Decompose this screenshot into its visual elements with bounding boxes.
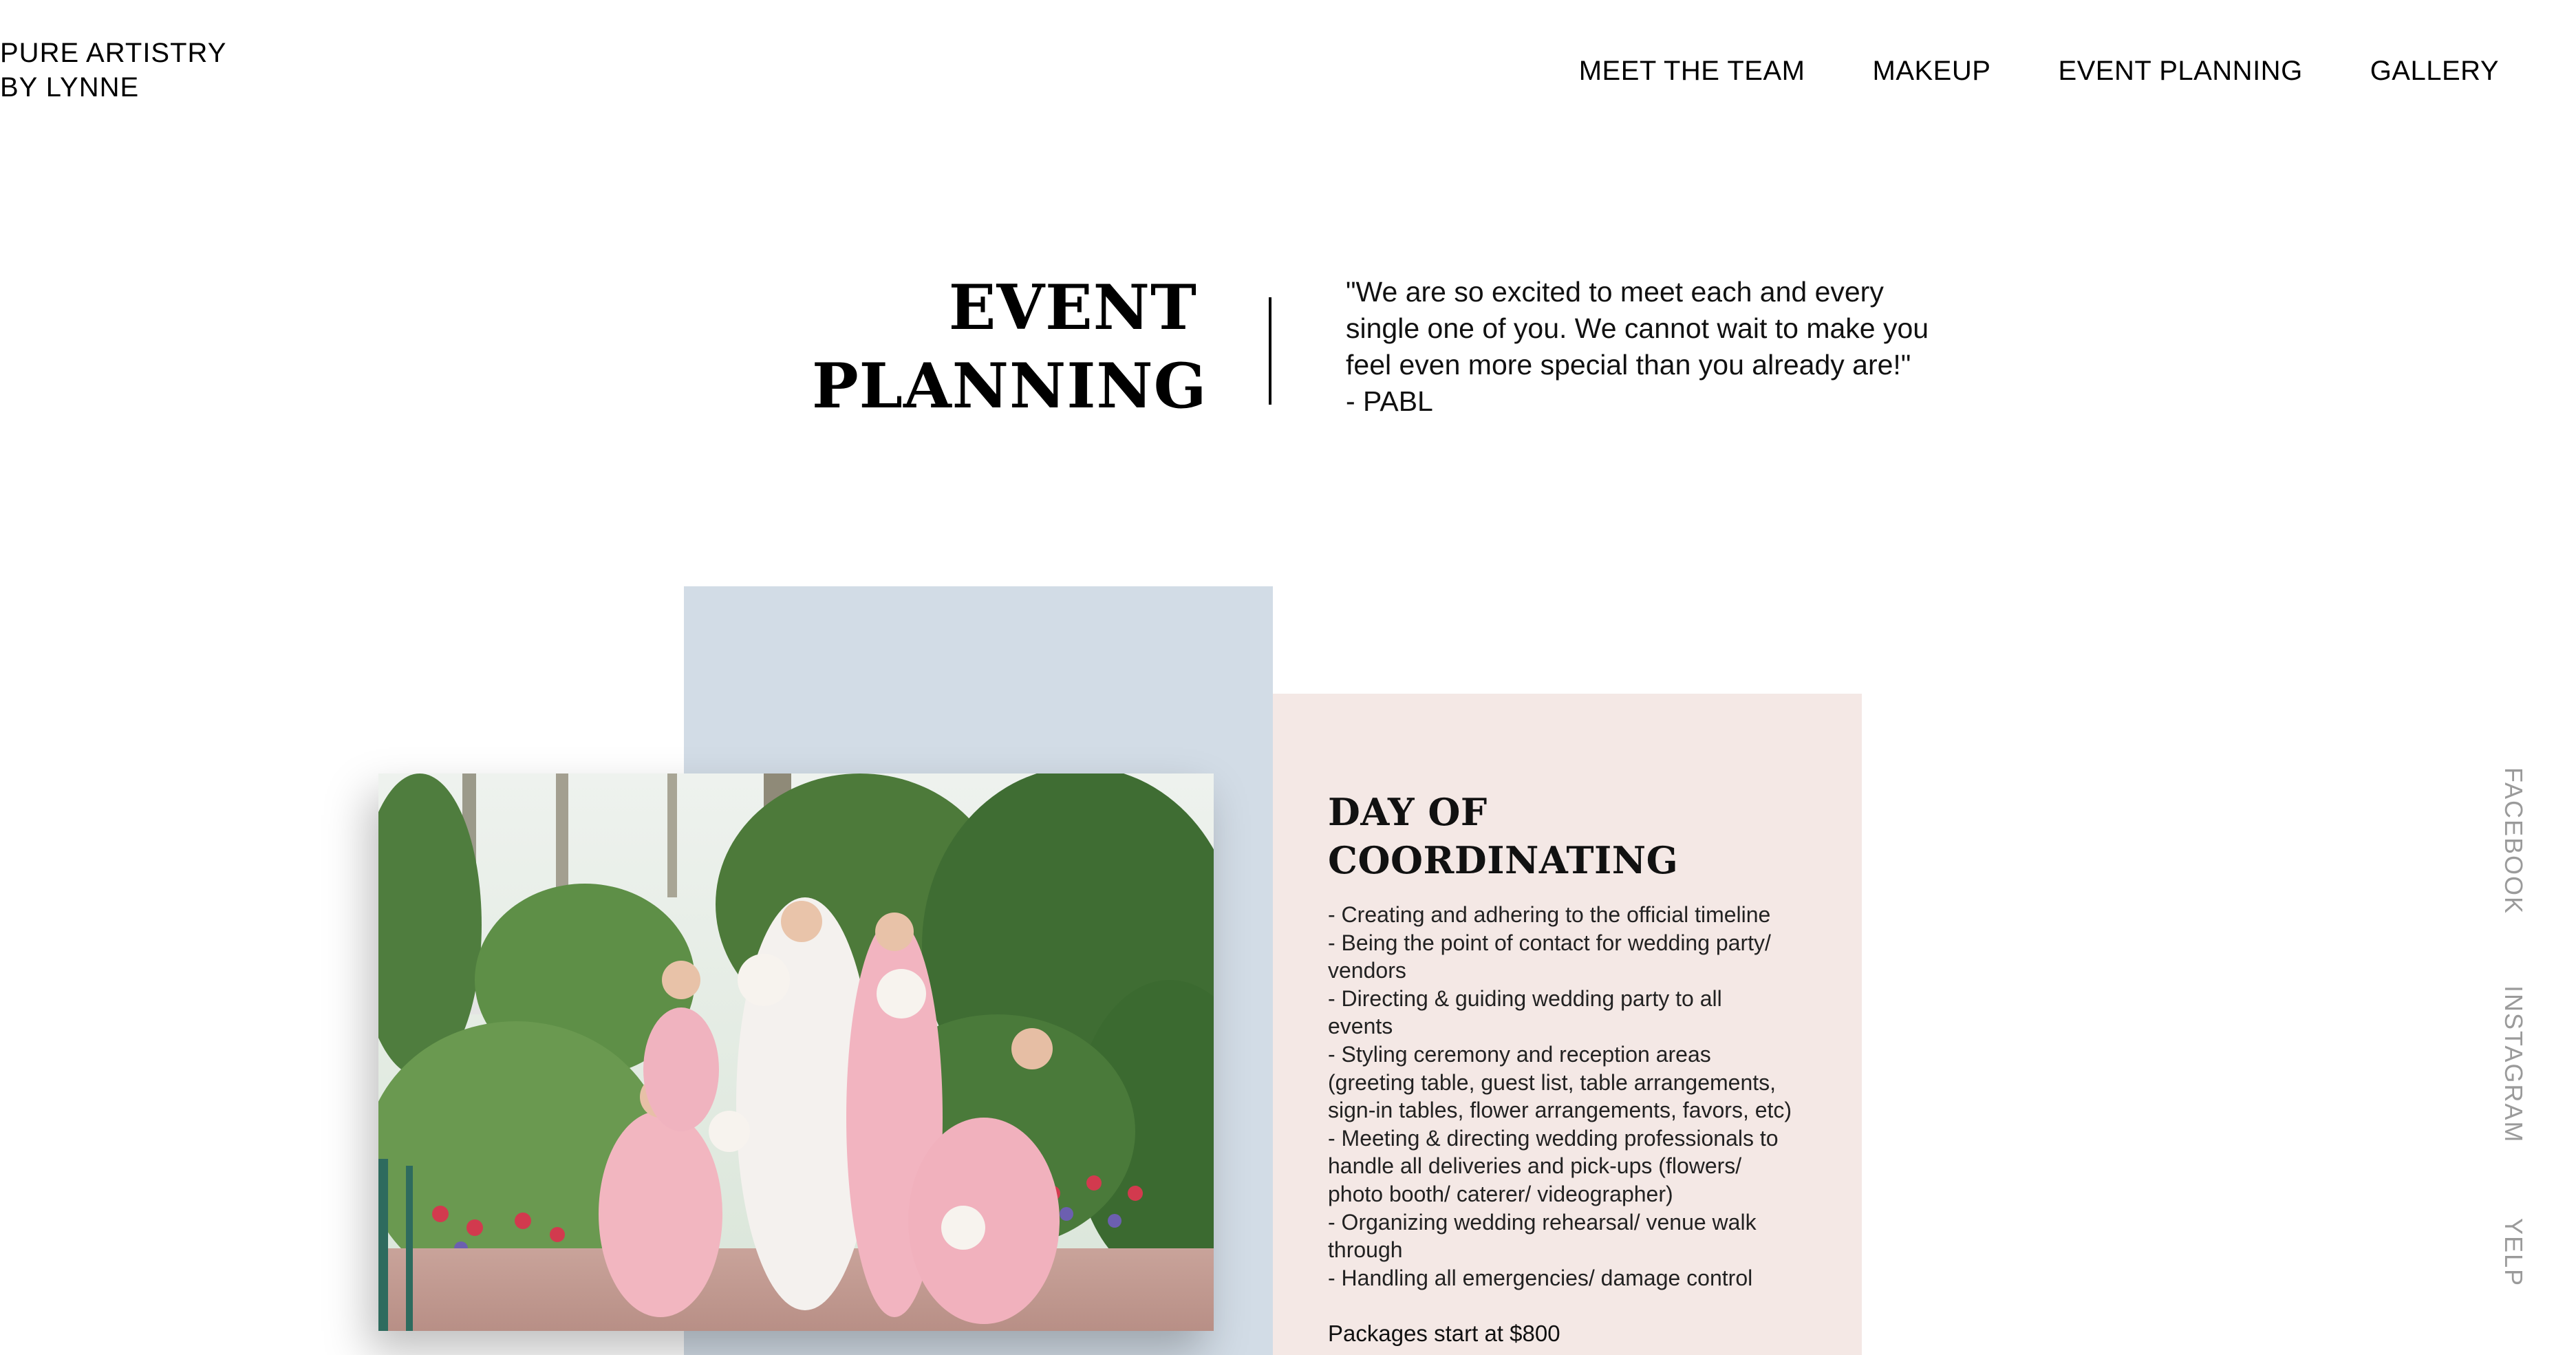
service-list-item: handle all deliveries and pick-ups (flow…: [1328, 1153, 1742, 1179]
service-list-item: - Organizing wedding rehearsal/ venue wa…: [1328, 1209, 1757, 1235]
service-list-item: - Being the point of contact for wedding…: [1328, 930, 1771, 955]
page-title: EVENT PLANNING: [812, 268, 1208, 425]
package-price: Packages start at $800: [1328, 1321, 1560, 1347]
service-list-item: - Handling all emergencies/ damage contr…: [1328, 1265, 1753, 1290]
social-facebook: FACEBOOK: [2495, 767, 2532, 915]
service-list: - Creating and adhering to the official …: [1328, 901, 1837, 1292]
service-list-item: vendors: [1328, 958, 1406, 983]
service-list-item: sign-in tables, flower arrangements, fav…: [1328, 1098, 1792, 1123]
hero-quote: "We are so excited to meet each and ever…: [1346, 274, 2006, 420]
page-title-line-2: PLANNING: [812, 350, 1208, 423]
service-list-item: photo booth/ caterer/ videographer): [1328, 1181, 1673, 1206]
quote-line: "We are so excited to meet each and ever…: [1346, 276, 1884, 308]
bridal-party-photo: [378, 773, 1214, 1331]
nav-item-meet-the-team[interactable]: MEET THE TEAM: [1579, 54, 1805, 88]
nav-item-event-planning[interactable]: EVENT PLANNING: [2058, 54, 2302, 88]
page-title-line-1: EVENT: [948, 271, 1197, 344]
main-nav: MEET THE TEAM MAKEUP EVENT PLANNING GALL…: [1579, 54, 2499, 88]
day-of-coordinating-section: DAY OF COORDINATING - Creating and adher…: [1328, 788, 1837, 1348]
facebook-link[interactable]: FACEBOOK: [2495, 767, 2532, 915]
service-title: DAY OF COORDINATING: [1328, 790, 1679, 882]
yelp-link[interactable]: YELP: [2495, 1218, 2532, 1287]
quote-line: feel even more special than you already …: [1346, 349, 1911, 381]
service-list-item: events: [1328, 1014, 1393, 1039]
nav-item-makeup[interactable]: MAKEUP: [1873, 54, 1991, 88]
service-list-item: (greeting table, guest list, table arran…: [1328, 1069, 1777, 1095]
service-list-item: - Directing & guiding wedding party to a…: [1328, 985, 1722, 1011]
quote-line: single one of you. We cannot wait to mak…: [1346, 312, 1929, 344]
brand-line-2: BY LYNNE: [0, 72, 140, 103]
service-list-item: through: [1328, 1237, 1403, 1263]
service-list-item: - Creating and adhering to the official …: [1328, 902, 1771, 927]
hero-divider: [1269, 297, 1271, 405]
social-yelp: YELP: [2495, 1218, 2532, 1287]
nav-item-gallery[interactable]: GALLERY: [2370, 54, 2499, 88]
quote-attribution: - PABL: [1346, 385, 1433, 417]
brand-line-1: PURE ARTISTRY: [0, 38, 227, 68]
service-list-item: - Meeting & directing wedding profession…: [1328, 1125, 1779, 1151]
social-instagram: INSTAGRAM: [2495, 985, 2532, 1143]
instagram-link[interactable]: INSTAGRAM: [2495, 985, 2532, 1143]
service-list-item: - Styling ceremony and reception areas: [1328, 1041, 1711, 1067]
brand-logo[interactable]: PURE ARTISTRY BY LYNNE: [0, 36, 226, 105]
